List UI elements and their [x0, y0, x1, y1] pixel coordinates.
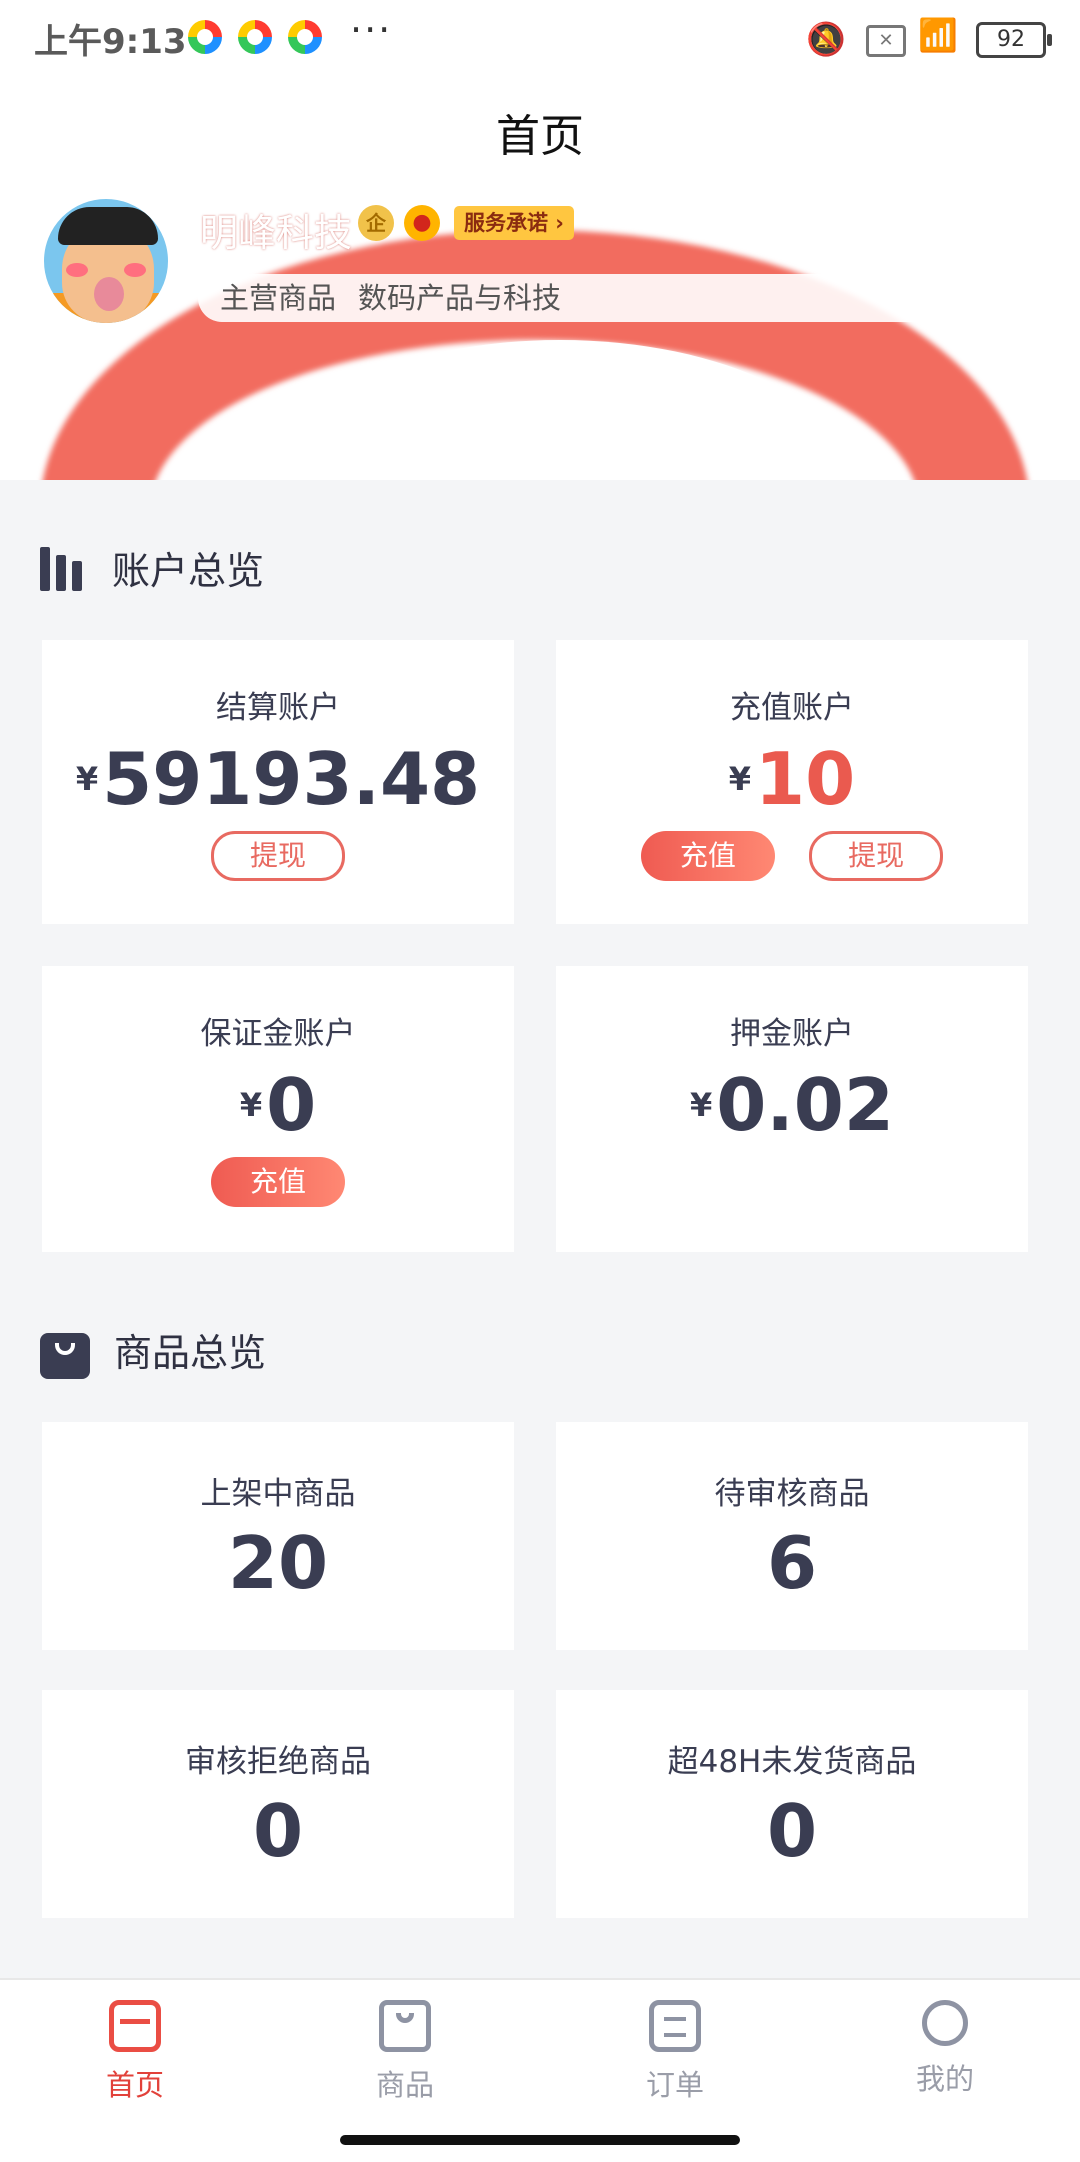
card-label: 押金账户 — [730, 1016, 854, 1052]
card-label: 超48H未发货商品 — [667, 1744, 917, 1780]
card-label: 审核拒绝商品 — [185, 1744, 371, 1780]
clipboard-icon — [649, 2000, 701, 2052]
status-time: 上午9:13 — [34, 22, 187, 62]
bar-chart-icon — [40, 547, 88, 600]
account-card-recharge[interactable]: 充值账户 ¥10 充值 提现 — [556, 640, 1028, 924]
nav-label: 商品 — [375, 2068, 434, 2102]
no-sim-icon: ✕ — [866, 25, 906, 57]
card-label: 保证金账户 — [200, 1016, 356, 1052]
service-promise-tag[interactable]: 服务承诺 › — [454, 206, 574, 240]
goods-card-pending-review[interactable]: 待审核商品 6 — [556, 1422, 1028, 1650]
recharge-button[interactable]: 充值 — [640, 831, 775, 881]
goods-card-on-shelf[interactable]: 上架中商品 20 — [42, 1422, 514, 1650]
recharge-button[interactable]: 充值 — [211, 1157, 345, 1207]
card-amount: ¥10 — [728, 737, 856, 821]
account-card-settlement[interactable]: 结算账户 ¥59193.48 提现 — [42, 640, 514, 924]
card-count: 20 — [227, 1521, 329, 1605]
goods-card-rejected[interactable]: 审核拒绝商品 0 — [42, 1690, 514, 1918]
section-title-account: 账户总览 — [40, 540, 264, 600]
withdraw-button[interactable]: 提现 — [809, 831, 944, 881]
card-count: 0 — [766, 1789, 818, 1873]
nav-label: 首页 — [105, 2068, 164, 2102]
battery-icon: 92 — [976, 22, 1052, 58]
withdraw-button[interactable]: 提现 — [211, 831, 345, 881]
card-label: 上架中商品 — [200, 1476, 356, 1512]
main-goods-bar: 主营商品 数码产品与科技 — [198, 274, 998, 322]
card-amount: ¥0.02 — [690, 1063, 894, 1147]
nav-item-home[interactable]: 首页 — [0, 2000, 270, 2104]
card-amount: ¥59193.48 — [75, 737, 481, 821]
user-icon — [922, 2000, 968, 2046]
app-notification-icon — [288, 20, 322, 54]
avatar[interactable] — [40, 195, 172, 327]
medal-icon: ● — [404, 205, 440, 241]
page-title: 首页 — [496, 111, 584, 162]
shop-name: 明峰科技 — [200, 211, 353, 255]
app-notification-icon — [238, 20, 272, 54]
enterprise-badge-icon: 企 — [358, 205, 394, 241]
store-icon — [109, 2000, 161, 2052]
shopping-bag-icon — [40, 1332, 90, 1379]
account-card-pledge[interactable]: 押金账户 ¥0.02 — [556, 966, 1028, 1252]
card-count: 0 — [252, 1789, 304, 1873]
card-label: 待审核商品 — [714, 1476, 870, 1512]
nav-item-goods[interactable]: 商品 — [270, 2000, 540, 2104]
wifi-icon: 📶 — [918, 16, 958, 54]
nav-item-mine[interactable]: 我的 — [810, 2000, 1080, 2098]
main-goods-label: 主营商品 — [220, 281, 337, 315]
status-bar: 上午9:13 ··· 🔕 ✕ 📶 92 — [0, 0, 1080, 80]
main-goods-value: 数码产品与科技 — [358, 281, 562, 315]
app-notification-icon — [188, 20, 222, 54]
nav-label: 我的 — [915, 2062, 974, 2096]
home-indicator[interactable] — [340, 2135, 740, 2145]
more-notifications-icon: ··· — [350, 8, 393, 52]
nav-label: 订单 — [645, 2068, 704, 2102]
shopping-bag-icon — [379, 2000, 431, 2052]
card-label: 充值账户 — [730, 690, 854, 726]
mute-icon: 🔕 — [806, 20, 846, 58]
nav-item-orders[interactable]: 订单 — [540, 2000, 810, 2104]
account-card-deposit-guarantee[interactable]: 保证金账户 ¥0 充值 — [42, 966, 514, 1252]
section-title-goods: 商品总览 — [40, 1322, 266, 1379]
goods-card-unshipped-48h[interactable]: 超48H未发货商品 0 — [556, 1690, 1028, 1918]
card-count: 6 — [766, 1521, 818, 1605]
card-label: 结算账户 — [216, 690, 340, 726]
card-amount: ¥0 — [239, 1063, 317, 1147]
